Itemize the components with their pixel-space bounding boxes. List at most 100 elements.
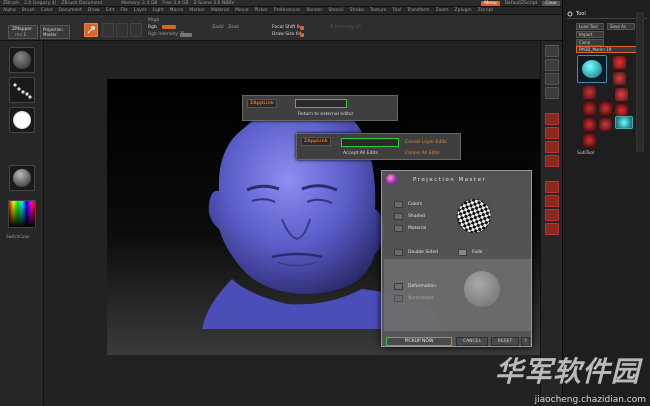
cancel-all-edits-button[interactable]: Cancel All Edits [405, 151, 440, 156]
menu-draw[interactable]: Draw [88, 8, 100, 13]
colors-label: Colors [408, 202, 423, 207]
dots-stroke-icon [13, 83, 32, 99]
zoom-button[interactable] [545, 59, 559, 71]
menu-alpha[interactable]: Alpha [3, 8, 16, 13]
menu-tool[interactable]: Tool [392, 8, 401, 13]
projection-master-label: Projection Master [43, 27, 63, 37]
material-checkbox[interactable] [394, 225, 403, 232]
cylinder3d-icon[interactable] [583, 102, 596, 115]
menu-material[interactable]: Material [211, 8, 229, 13]
cube3d-icon[interactable] [583, 86, 596, 99]
tray-scrollbar[interactable] [636, 12, 644, 152]
menu-brush[interactable]: Brush [22, 8, 35, 13]
help-button[interactable]: ? [521, 337, 530, 346]
clone-button[interactable]: Clone [576, 39, 604, 46]
mrgb-toggle[interactable]: Mrgb [148, 18, 159, 23]
menu-texture[interactable]: Texture [370, 8, 386, 13]
material-label: Material [408, 226, 427, 231]
fade-checkbox[interactable] [458, 249, 467, 256]
zapplink-return-popup: ZAppLink Return to external editor [242, 95, 398, 121]
return-to-editor-button[interactable]: Return to external editor [298, 112, 354, 117]
menu-zoom[interactable]: Zoom [436, 8, 449, 13]
floor-button[interactable] [545, 127, 559, 139]
scroll-button[interactable] [545, 45, 559, 57]
draw-size-slider[interactable]: Draw Size 64 [272, 32, 302, 37]
move-view-button[interactable] [545, 195, 559, 207]
menu-file[interactable]: File [120, 8, 128, 13]
normalized-checkbox[interactable] [394, 295, 403, 302]
zsub-toggle[interactable]: Zsub [228, 25, 239, 30]
menu-movie[interactable]: Movie [235, 8, 248, 13]
menu-render[interactable]: Render [306, 8, 322, 13]
load-tool-button[interactable]: Load Tool [576, 23, 604, 30]
save-as-button[interactable]: Save As [607, 23, 635, 30]
zmapper-button[interactable]: ZMapper rev E [8, 25, 38, 39]
alpha-picker[interactable] [9, 107, 35, 133]
actual-button[interactable] [545, 73, 559, 85]
shaded-checkbox[interactable] [394, 213, 403, 220]
rgb-slider[interactable] [162, 25, 176, 29]
menu-preferences[interactable]: Preferences [274, 8, 300, 13]
draw-mode-button[interactable] [84, 23, 98, 37]
zadd-toggle[interactable]: Zadd [212, 25, 224, 30]
menu-zscript[interactable]: Zscript [478, 8, 494, 13]
ring3d-icon[interactable] [599, 102, 612, 115]
focal-shift-slider[interactable]: Focal Shift 0 [272, 25, 300, 30]
cone3d-icon[interactable] [615, 88, 628, 101]
helix3d-icon[interactable] [583, 118, 596, 131]
switch-color-label[interactable]: SwitchColor [6, 234, 30, 239]
clear-button[interactable]: Clear [542, 0, 560, 6]
accept-all-edits-button[interactable]: Accept All Edits [343, 151, 378, 156]
import-button[interactable]: Import [576, 31, 604, 38]
deformation-checkbox[interactable] [394, 283, 403, 290]
scale-view-button[interactable] [545, 209, 559, 221]
cancel-layer-edits-button[interactable]: Cancel Layer Edits [405, 140, 447, 145]
rotate-button[interactable] [130, 23, 142, 37]
rotate-view-button[interactable] [545, 223, 559, 235]
persp-button[interactable] [545, 113, 559, 125]
current-tool-thumb[interactable] [577, 55, 607, 83]
menu-marker[interactable]: Marker [189, 8, 205, 13]
rgb-toggle[interactable]: Rgb [148, 25, 157, 30]
polymesh3d-icon[interactable] [615, 116, 633, 129]
menu-button[interactable]: Menu [481, 0, 500, 6]
menu-document[interactable]: Document [59, 8, 82, 13]
stroke-picker[interactable] [9, 77, 35, 103]
menu-macro[interactable]: Macro [170, 8, 184, 13]
material-picker[interactable] [9, 165, 35, 191]
star3d-icon[interactable] [599, 118, 612, 131]
subtool-label[interactable]: SubTool [577, 151, 594, 156]
reset-button[interactable]: RESET [491, 337, 519, 346]
menu-picker[interactable]: Picker [254, 8, 267, 13]
scale-button[interactable] [116, 23, 128, 37]
menu-stroke[interactable]: Stroke [350, 8, 364, 13]
menu-zplugin[interactable]: Zplugin [455, 8, 472, 13]
menu-transform[interactable]: Transform [407, 8, 429, 13]
move-button[interactable] [102, 23, 114, 37]
local-button[interactable] [545, 141, 559, 153]
menu-color[interactable]: Color [41, 8, 53, 13]
xyz-button[interactable] [545, 155, 559, 167]
simplebrush-icon[interactable] [613, 56, 626, 69]
menu-stencil[interactable]: Stencil [328, 8, 343, 13]
projection-master-button[interactable]: Projection Master [40, 25, 70, 39]
z-intensity-slider[interactable]: Z Intensity 25 [330, 25, 361, 30]
tool-palette-header[interactable]: Tool [567, 10, 647, 19]
menu-light[interactable]: Light [152, 8, 163, 13]
terrain3d-icon[interactable] [583, 134, 596, 147]
current-tool-name[interactable]: PM3D_Merlin 19 [576, 46, 644, 53]
colors-checkbox[interactable] [394, 201, 403, 208]
menu-edit[interactable]: Edit [106, 8, 115, 13]
color-picker[interactable] [8, 200, 36, 228]
aahalf-button[interactable] [545, 87, 559, 99]
sphere3d-icon[interactable] [613, 72, 626, 85]
tool-tray: Tool Load Tool Save As Import Clone PM3D… [562, 0, 650, 406]
cancel-button[interactable]: CANCEL [456, 337, 488, 346]
menu-layer[interactable]: Layer [134, 8, 147, 13]
brush-picker[interactable] [9, 47, 35, 73]
pickup-now-button[interactable]: PICKUP NOW [386, 337, 452, 346]
default-script-button[interactable]: DefaultZScript [505, 1, 538, 6]
frame-button[interactable] [545, 181, 559, 193]
double-sided-checkbox[interactable] [394, 249, 403, 256]
title-item: Z-Scene 3.6 NBBV [193, 0, 235, 6]
